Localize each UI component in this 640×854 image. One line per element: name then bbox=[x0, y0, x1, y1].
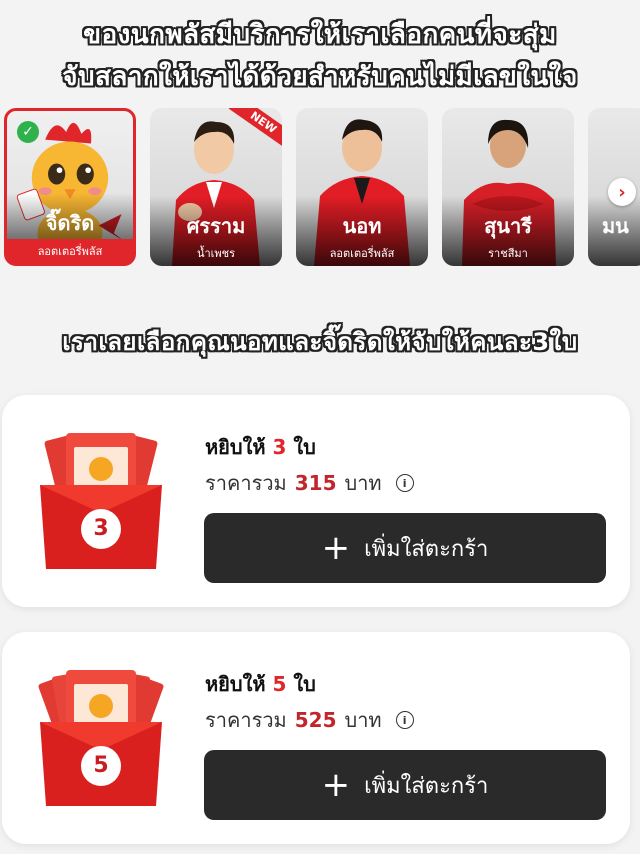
presenter-card-sornram[interactable]: NEW ศรราม น้ำเพชร bbox=[150, 108, 282, 266]
offer-price: ราคารวม 315 บาท i bbox=[205, 467, 414, 499]
presenter-subtitle: น้ำเพชร bbox=[196, 247, 236, 260]
price-value: 315 bbox=[294, 471, 337, 495]
offer-card-3: 3 หยิบให้ 3 ใบ ราคารวม 315 บาท i + เพิ่ม… bbox=[2, 395, 630, 607]
price-label: ราคารวม bbox=[205, 708, 287, 732]
check-circle-icon: ✓ bbox=[17, 121, 39, 143]
presenter-subtitle: ราชสีมา bbox=[488, 247, 528, 260]
plus-icon: + bbox=[321, 528, 351, 568]
lottery-packet-image bbox=[40, 433, 162, 569]
caption-line-3: เราเลยเลือกคุณนอทและจิ๊ดริดให้จับให้คนละ… bbox=[62, 328, 578, 356]
add-to-cart-button[interactable]: + เพิ่มใส่ตะกร้า bbox=[204, 513, 606, 583]
caption-line-1: ของนกพลัสมีบริการให้เราเลือกคนที่จะสุ่ม bbox=[83, 20, 557, 50]
presenter-name: ศรราม bbox=[186, 214, 246, 238]
price-currency: บาท bbox=[344, 471, 382, 495]
price-value: 525 bbox=[294, 708, 337, 732]
add-to-cart-button[interactable]: + เพิ่มใส่ตะกร้า bbox=[204, 750, 606, 820]
offer-title: หยิบให้ 5 ใบ bbox=[205, 668, 316, 700]
add-to-cart-label: เพิ่มใส่ตะกร้า bbox=[364, 773, 489, 799]
ticket-count: 5 bbox=[272, 672, 287, 696]
presenter-subtitle: ลอตเตอรี่พลัส bbox=[7, 239, 133, 263]
title-prefix: หยิบให้ bbox=[205, 672, 266, 696]
presenter-card-jidrid[interactable]: ✓ จิ๊ดริด ลอตเตอรี่พลัส bbox=[4, 108, 136, 266]
price-label: ราคารวม bbox=[205, 471, 287, 495]
offer-price: ราคารวม 525 บาท i bbox=[205, 704, 414, 736]
info-icon[interactable]: i bbox=[395, 474, 414, 492]
title-prefix: หยิบให้ bbox=[205, 435, 266, 459]
price-currency: บาท bbox=[344, 708, 382, 732]
presenter-name: จิ๊ดริด bbox=[45, 211, 95, 235]
add-to-cart-label: เพิ่มใส่ตะกร้า bbox=[364, 536, 489, 562]
presenter-name: สุนารี bbox=[484, 214, 532, 238]
plus-icon: + bbox=[321, 765, 351, 805]
info-icon[interactable]: i bbox=[395, 711, 414, 729]
presenter-carousel: ✓ จิ๊ดริด ลอตเตอรี่พลัส NEW ศรราม น้ำเพช… bbox=[4, 108, 640, 266]
caption-line-2: จับสลากให้เราได้ด้วยสำหรับคนไม่มีเลขในใจ bbox=[62, 62, 578, 92]
chevron-right-icon[interactable]: › bbox=[608, 178, 636, 206]
ticket-count: 3 bbox=[272, 435, 287, 459]
offer-title: หยิบให้ 3 ใบ bbox=[205, 431, 316, 463]
offer-card-5: 5 หยิบให้ 5 ใบ ราคารวม 525 บาท i + เพิ่ม… bbox=[2, 632, 630, 844]
presenter-card-not[interactable]: นอท ลอตเตอรี่พลัส bbox=[296, 108, 428, 266]
presenter-subtitle: ลอตเตอรี่พลัส bbox=[329, 247, 395, 260]
presenter-name: นอท bbox=[342, 214, 382, 238]
lottery-packet-image bbox=[38, 670, 164, 806]
presenter-card-sunaree[interactable]: สุนารี ราชสีมา bbox=[442, 108, 574, 266]
title-unit: ใบ bbox=[293, 672, 316, 696]
presenter-name: มน bbox=[602, 214, 629, 238]
presenter-card-partial[interactable]: › มน bbox=[588, 108, 640, 266]
title-unit: ใบ bbox=[293, 435, 316, 459]
